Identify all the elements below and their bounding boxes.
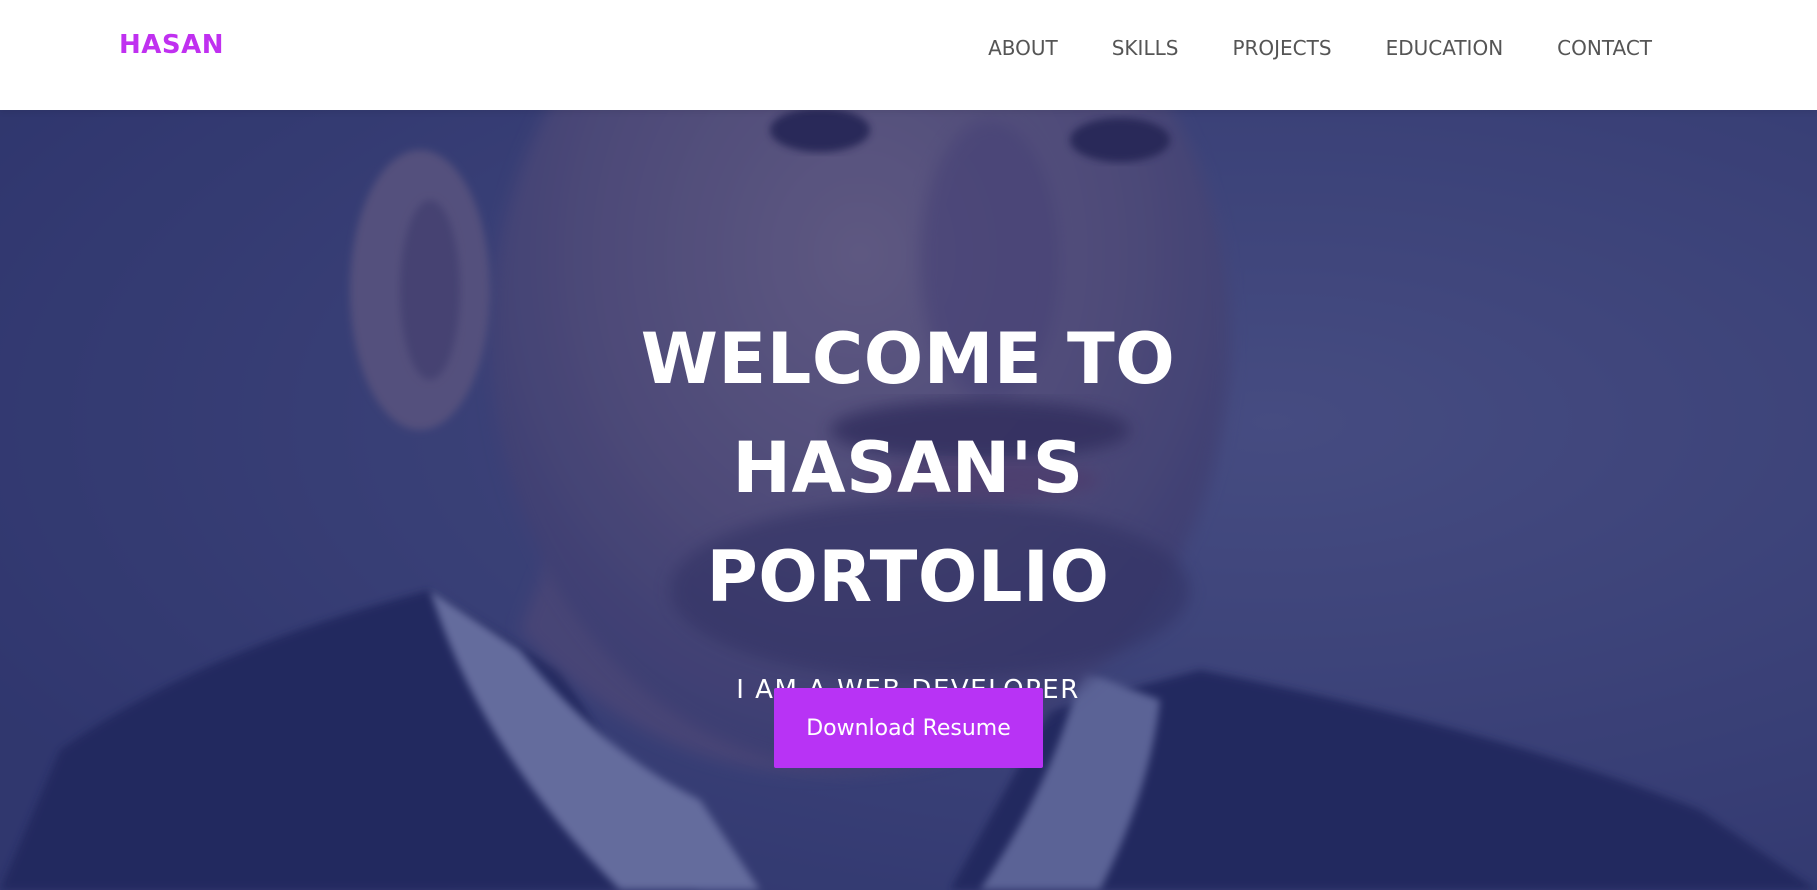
navbar: HASAN ABOUT SKILLS PROJECTS EDUCATION CO… — [0, 0, 1817, 110]
hero-section: WELCOME TO HASAN'S PORTOLIO I AM A WEB D… — [0, 110, 1817, 890]
nav-links: ABOUT SKILLS PROJECTS EDUCATION CONTACT — [988, 36, 1652, 60]
nav-link-projects[interactable]: PROJECTS — [1232, 36, 1331, 60]
hero-content: WELCOME TO HASAN'S PORTOLIO I AM A WEB D… — [0, 110, 1817, 890]
hero-title-line: HASAN'S — [732, 427, 1084, 509]
hero-title-line: WELCOME TO — [640, 318, 1176, 400]
nav-link-about[interactable]: ABOUT — [988, 36, 1058, 60]
nav-link-education[interactable]: EDUCATION — [1386, 36, 1504, 60]
hero-title-line: PORTOLIO — [706, 536, 1110, 618]
brand-logo[interactable]: HASAN — [119, 30, 224, 60]
hero-title: WELCOME TO HASAN'S PORTOLIO — [558, 305, 1258, 632]
nav-link-skills[interactable]: SKILLS — [1112, 36, 1179, 60]
nav-link-contact[interactable]: CONTACT — [1557, 36, 1652, 60]
download-resume-button[interactable]: Download Resume — [774, 688, 1043, 768]
